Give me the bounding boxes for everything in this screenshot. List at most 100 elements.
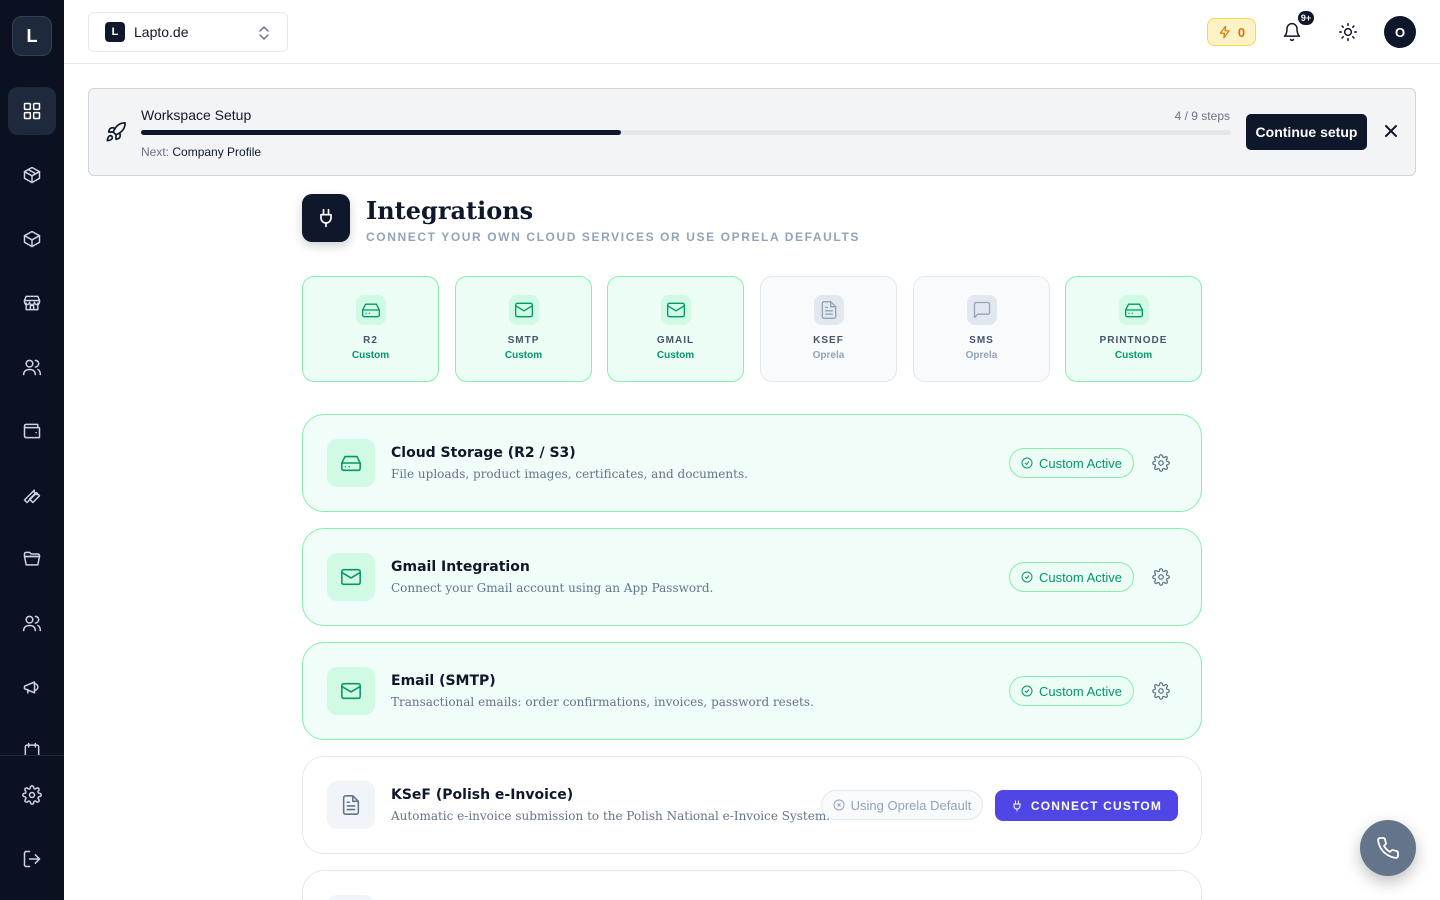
sun-icon: [1338, 22, 1358, 42]
avatar[interactable]: O: [1384, 16, 1416, 48]
setup-next: Next: Company Profile: [141, 145, 261, 159]
page-subtitle: CONNECT YOUR OWN CLOUD SERVICES OR USE O…: [366, 230, 860, 244]
continue-setup-button[interactable]: Continue setup: [1246, 114, 1367, 150]
setup-progress-bar: [141, 130, 1231, 135]
status-label: Custom Active: [1038, 455, 1123, 471]
card-description: Transactional emails: order confirmation…: [391, 695, 814, 709]
phone-icon: [1377, 837, 1399, 859]
gear-icon[interactable]: [1152, 682, 1170, 700]
setup-next-prefix: Next:: [141, 145, 170, 159]
setup-next-step: Company Profile: [172, 145, 262, 159]
folder-icon: [23, 551, 41, 566]
chevron-up-down-icon: [259, 26, 269, 40]
status-badge: Custom Active: [1009, 676, 1134, 706]
card-title: KSeF (Polish e-Invoice): [391, 787, 574, 803]
drive-icon: [327, 439, 375, 487]
tile-state: Custom: [1114, 350, 1153, 361]
topbar: L Lapto.de 0 9+ O: [64, 0, 1440, 64]
setup-progress-fill: [141, 130, 621, 135]
sidebar-item-logout[interactable]: [8, 835, 56, 883]
setup-steps: 4 / 9 steps: [1174, 109, 1230, 123]
tile-name: SMS: [969, 335, 994, 346]
tile-name: PRINTNODE: [1099, 335, 1168, 346]
tile-smtp[interactable]: SMTP Custom: [455, 276, 592, 382]
dashboard-icon: [23, 102, 41, 120]
theme-toggle[interactable]: [1332, 16, 1364, 48]
document-icon: [327, 781, 375, 829]
sidebar-item-inventory[interactable]: [8, 215, 56, 263]
sidebar-item-wallet[interactable]: [8, 407, 56, 455]
store-icon: [23, 295, 41, 311]
status-label: Custom Active: [1038, 683, 1123, 699]
tile-printnode[interactable]: PRINTNODE Custom: [1065, 276, 1202, 382]
status-badge: Custom Active: [1009, 448, 1134, 478]
check-circle-icon: [1021, 457, 1033, 469]
box-icon: [23, 230, 41, 248]
bell-icon: [1283, 22, 1301, 42]
connect-custom-label: CONNECT CUSTOM: [1030, 798, 1163, 813]
call-support-button[interactable]: [1360, 820, 1416, 876]
lightning-icon: [1219, 25, 1230, 39]
wallet-icon: [23, 423, 41, 439]
logout-icon: [23, 850, 41, 868]
check-circle-icon: [1021, 685, 1033, 697]
rocket-icon: [105, 121, 127, 143]
sidebar-item-customers[interactable]: [8, 343, 56, 391]
card-title: Email (SMTP): [391, 673, 496, 689]
card-smtp: Email (SMTP) Transactional emails: order…: [302, 642, 1202, 740]
plug-icon: [1013, 800, 1021, 811]
card-cloud-storage: Cloud Storage (R2 / S3) File uploads, pr…: [302, 414, 1202, 512]
megaphone-icon: [23, 681, 39, 694]
credits-badge[interactable]: 0: [1207, 18, 1256, 46]
status-label: Custom Active: [1038, 569, 1123, 585]
sidebar-item-tools[interactable]: [8, 471, 56, 519]
sidebar-item-dashboard[interactable]: [8, 87, 56, 135]
status-label: Using Oprela Default: [850, 797, 972, 813]
tile-r2[interactable]: R2 Custom: [302, 276, 439, 382]
tile-sms[interactable]: SMS Oprela: [913, 276, 1050, 382]
drive-icon: [355, 295, 386, 325]
connect-custom-button[interactable]: CONNECT CUSTOM: [995, 790, 1178, 821]
calendar-icon: [24, 742, 40, 755]
sidebar: L: [0, 0, 64, 900]
package-icon: [23, 166, 41, 184]
card-partial: [302, 870, 1202, 900]
sidebar-item-team[interactable]: [8, 599, 56, 647]
gear-icon[interactable]: [1152, 454, 1170, 472]
message-icon: [966, 295, 997, 325]
mail-icon: [508, 295, 539, 325]
setup-title: Workspace Setup: [141, 107, 252, 123]
sidebar-item-products[interactable]: [8, 151, 56, 199]
card-description: Connect your Gmail account using an App …: [391, 581, 714, 595]
sidebar-item-settings[interactable]: [8, 771, 56, 819]
gear-icon[interactable]: [1152, 568, 1170, 586]
sidebar-item-store[interactable]: [8, 279, 56, 327]
tile-state: Oprela: [965, 350, 998, 361]
workspace-logo[interactable]: L: [12, 16, 52, 56]
sidebar-item-files[interactable]: [8, 535, 56, 583]
tile-ksef[interactable]: KSEF Oprela: [760, 276, 897, 382]
tile-name: SMTP: [507, 335, 540, 346]
card-gmail: Gmail Integration Connect your Gmail acc…: [302, 528, 1202, 626]
sidebar-item-marketing[interactable]: [8, 663, 56, 711]
close-icon[interactable]: [1382, 122, 1400, 140]
tile-state: Custom: [656, 350, 695, 361]
tile-state: Oprela: [812, 350, 845, 361]
tile-name: R2: [363, 335, 378, 346]
tile-state: Custom: [504, 350, 543, 361]
status-badge: Using Oprela Default: [821, 790, 983, 820]
workspace-setup-banner: Workspace Setup 4 / 9 steps Next: Compan…: [88, 88, 1416, 176]
page-title: Integrations: [366, 196, 534, 225]
tile-gmail[interactable]: GMAIL Custom: [607, 276, 744, 382]
tile-state: Custom: [351, 350, 390, 361]
workspace-badge: L: [105, 22, 125, 42]
card-icon-placeholder: [327, 895, 375, 900]
card-ksef: KSeF (Polish e-Invoice) Automatic e-invo…: [302, 756, 1202, 854]
card-title: Gmail Integration: [391, 559, 530, 575]
workspace-selector[interactable]: L Lapto.de: [88, 12, 288, 52]
sidebar-item-more[interactable]: [8, 727, 56, 755]
wrench-icon: [23, 489, 41, 504]
check-circle-icon: [1021, 571, 1033, 583]
plug-icon: [302, 194, 350, 242]
card-title: Cloud Storage (R2 / S3): [391, 445, 576, 461]
